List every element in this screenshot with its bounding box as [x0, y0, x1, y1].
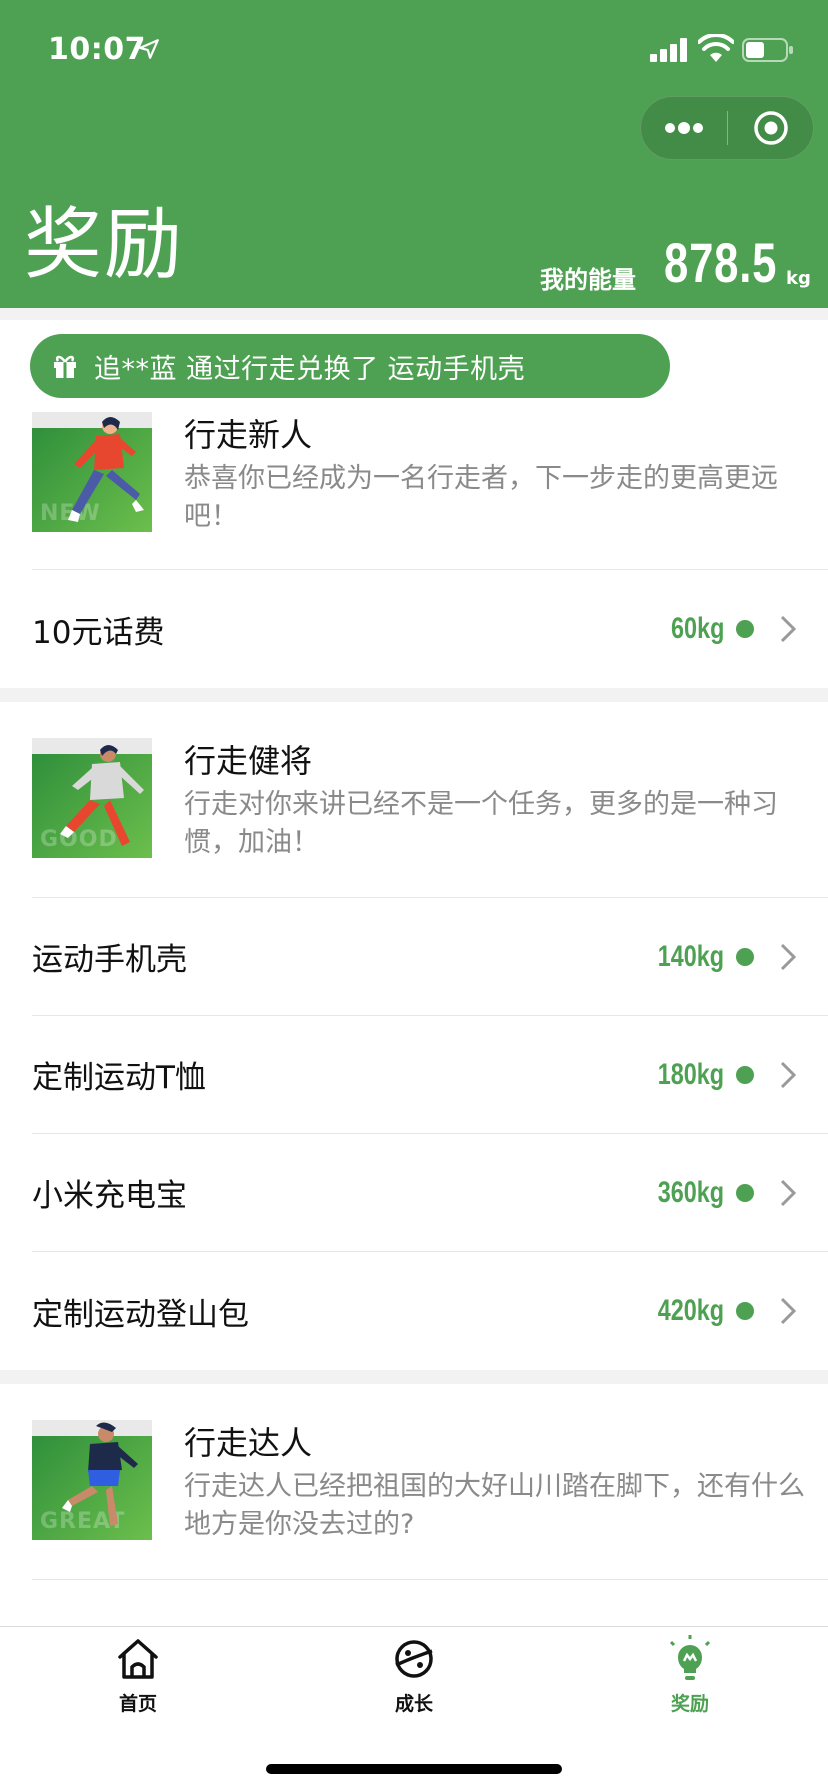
planet-icon: [395, 1640, 433, 1678]
reward-cost: 180kg: [657, 1057, 724, 1091]
reward-name: 定制运动水杯: [32, 1617, 218, 1627]
tab-home[interactable]: 首页: [68, 1635, 208, 1725]
energy-unit: kg: [786, 268, 811, 289]
reward-cost: 360kg: [657, 1175, 724, 1209]
home-indicator: [266, 1764, 562, 1774]
chevron-right-icon: [780, 943, 797, 971]
bulb-icon: [669, 1635, 711, 1680]
energy-label: 我的能量: [540, 266, 636, 294]
reward-name: 定制运动T恤: [32, 1060, 206, 1096]
more-dots-icon: [665, 122, 703, 134]
level-name: 行走健将: [184, 742, 313, 780]
header: 10:07 奖励 我的能量 878.5 kg: [0, 0, 828, 308]
reward-name: 运动手机壳: [32, 942, 187, 978]
level-name: 行走新人: [184, 416, 313, 454]
reward-cost: 140kg: [657, 939, 724, 973]
tab-label: 成长: [394, 1693, 433, 1715]
chevron-right-icon: [780, 1297, 797, 1325]
level-illustration: GOOD: [32, 738, 152, 858]
wifi-icon: [698, 34, 734, 62]
ticker-text: 追**蓝 通过行走兑换了 运动手机壳: [94, 353, 526, 385]
reward-cost: 420kg: [657, 1294, 724, 1327]
reward-item[interactable]: 10元话费 60kg: [32, 570, 828, 688]
reward-item[interactable]: 小米充电宝 360kg: [32, 1134, 828, 1252]
reward-item[interactable]: 定制运动登山包 420kg: [32, 1252, 828, 1370]
energy-dot-icon: [736, 620, 754, 638]
tab-growth[interactable]: 成长: [344, 1635, 484, 1725]
reward-item[interactable]: 运动手机壳 140kg: [32, 898, 828, 1016]
page-title: 奖励: [24, 200, 185, 290]
level-section-expert: GREAT 行走达人 行走达人已经把祖国的大好山川踏在脚下，还有什么地方是你没去…: [0, 1384, 828, 1626]
level-illustration: GREAT: [32, 1420, 152, 1540]
chevron-right-icon: [780, 1061, 797, 1089]
energy-dot-icon: [736, 1065, 754, 1084]
reward-name: 10元话费: [32, 614, 165, 651]
tab-rewards[interactable]: 奖励: [620, 1635, 760, 1725]
target-circle-icon: [754, 111, 788, 145]
exchange-ticker: 追**蓝 通过行走兑换了 运动手机壳: [30, 334, 670, 398]
level-name: 行走达人: [184, 1424, 313, 1462]
reward-item[interactable]: 定制运动T恤 180kg: [32, 1016, 828, 1134]
miniprogram-capsule: [640, 96, 814, 160]
tab-label: 首页: [118, 1693, 157, 1715]
chevron-right-icon: [780, 1179, 797, 1207]
runner-figure: [62, 1422, 138, 1526]
home-icon: [118, 1639, 158, 1679]
reward-name: 定制运动登山包: [32, 1296, 249, 1333]
runner-figure: [68, 417, 144, 522]
reward-cost: 60kg: [670, 612, 724, 645]
close-miniprogram-button[interactable]: [728, 97, 814, 159]
level-header: GOOD 行走健将 行走对你来讲已经不是一个任务，更多的是一种习惯，加油！: [32, 702, 828, 898]
status-time: 10:07: [48, 32, 146, 67]
level-header: GREAT 行走达人 行走达人已经把祖国的大好山川踏在脚下，还有什么地方是你没去…: [32, 1384, 828, 1580]
chevron-right-icon: [780, 615, 797, 643]
reward-item[interactable]: 定制运动水杯 500kg: [32, 1580, 828, 1626]
gift-icon: [54, 355, 76, 378]
energy-value: 878.5: [664, 231, 778, 294]
level-section-athlete: GOOD 行走健将 行走对你来讲已经不是一个任务，更多的是一种习惯，加油！ 运动…: [0, 702, 828, 1370]
energy-dot-icon: [736, 1183, 754, 1202]
level-illustration: NEW: [32, 412, 152, 532]
battery-icon: [742, 38, 793, 62]
energy-dot-icon: [736, 1302, 754, 1320]
cellular-signal-icon: [650, 38, 687, 62]
rewards-list[interactable]: NEW 行走新人 恭喜你已经成为一名行走者，下一步走的更高更远吧！ 10元话费 …: [0, 320, 828, 1626]
level-description: 恭喜你已经成为一名行走者，下一步走的更高更远吧！: [184, 463, 778, 532]
level-description: 行走对你来讲已经不是一个任务，更多的是一种习惯，加油！: [184, 789, 778, 858]
reward-name: 小米充电宝: [32, 1178, 187, 1214]
level-description: 行走达人已经把祖国的大好山川踏在脚下，还有什么地方是你没去过的?: [184, 1471, 805, 1540]
status-bar: 10:07: [0, 28, 828, 72]
tab-label: 奖励: [670, 1693, 709, 1715]
more-button[interactable]: [641, 97, 727, 159]
energy-dot-icon: [736, 947, 754, 966]
location-arrow-icon: [139, 39, 159, 59]
runner-figure: [60, 745, 144, 846]
